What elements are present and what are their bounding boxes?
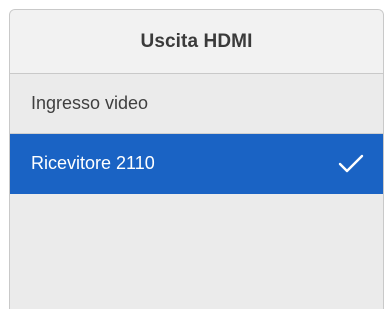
check-icon: [338, 154, 364, 174]
menu-title: Uscita HDMI: [140, 30, 253, 52]
option-ingresso-video[interactable]: Ingresso video: [10, 74, 383, 134]
option-label: Ingresso video: [31, 93, 149, 113]
output-source-list: Ingresso video Ricevitore 2110: [10, 74, 383, 194]
menu-header: Uscita HDMI: [10, 10, 383, 74]
option-ricevitore-2110[interactable]: Ricevitore 2110: [10, 134, 383, 194]
hdmi-output-menu: Uscita HDMI Ingresso video Ricevitore 21…: [9, 9, 384, 309]
option-label: Ricevitore 2110: [31, 153, 155, 173]
